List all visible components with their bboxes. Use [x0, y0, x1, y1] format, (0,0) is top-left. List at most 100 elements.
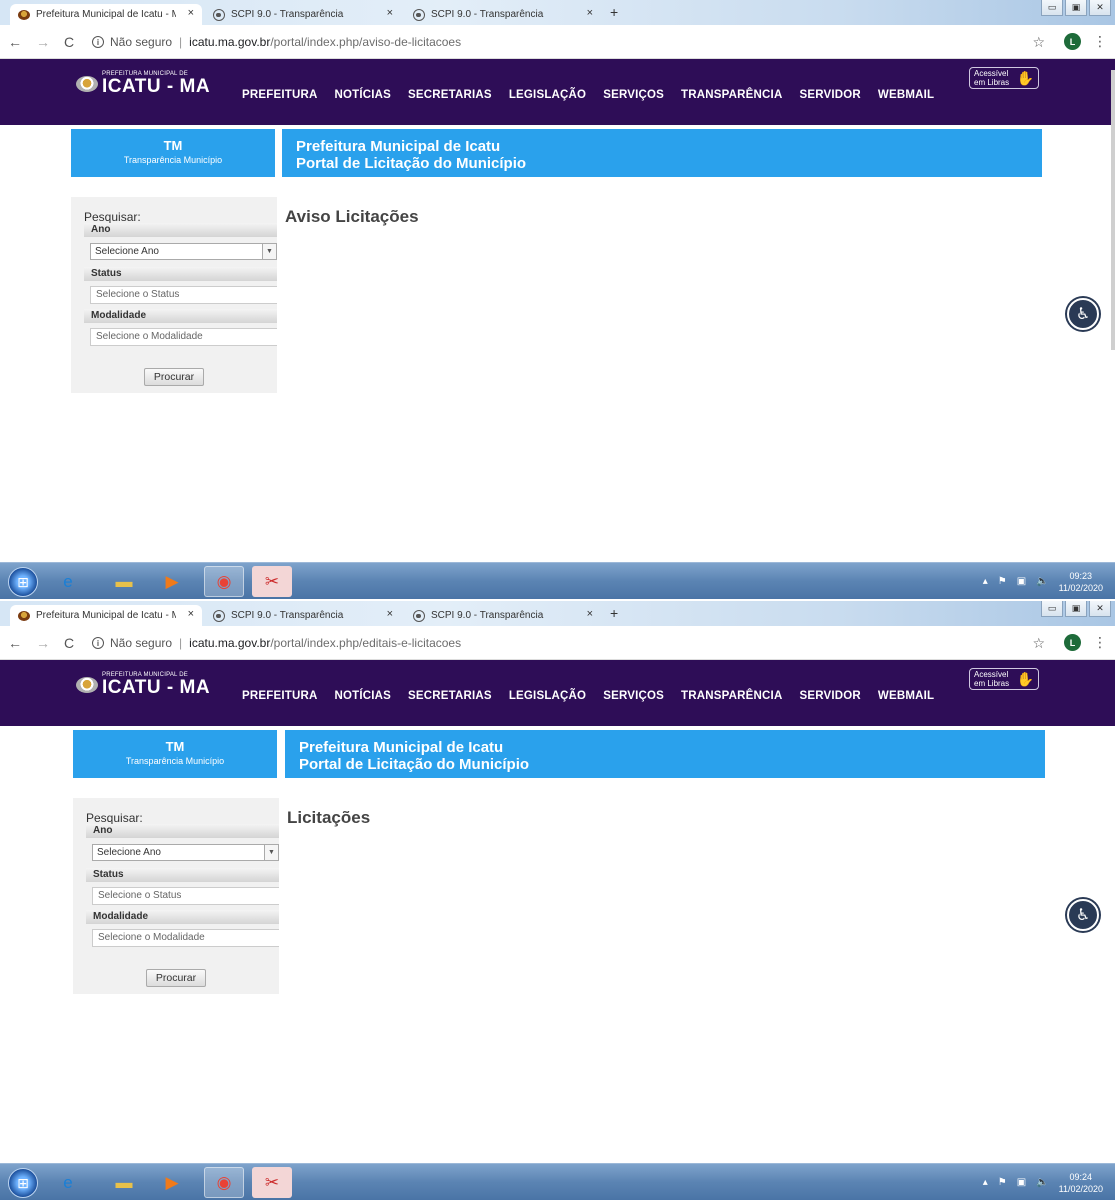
- libras-button[interactable]: Acessível em Libras ✋: [969, 67, 1039, 89]
- new-tab-button[interactable]: +: [610, 4, 618, 20]
- network-icon[interactable]: ▣: [1017, 1177, 1026, 1188]
- forward-arrow-icon[interactable]: →: [36, 635, 50, 651]
- menu-item-noticias[interactable]: NOTÍCIAS: [334, 89, 391, 101]
- tab-close-icon[interactable]: ×: [587, 608, 593, 620]
- globe-favicon-icon: [213, 609, 225, 622]
- network-icon[interactable]: ▣: [1017, 576, 1026, 587]
- menu-item-noticias[interactable]: NOTÍCIAS: [334, 690, 391, 702]
- snipping-tool-icon[interactable]: ✂: [252, 1167, 292, 1198]
- back-arrow-icon[interactable]: ←: [8, 34, 22, 50]
- security-label: Não seguro: [110, 636, 173, 650]
- bookmark-star-icon[interactable]: ☆: [1032, 635, 1045, 652]
- browser-tab-prefeitura[interactable]: Prefeitura Municipal de Icatu - M ×: [10, 605, 202, 626]
- tab-close-icon[interactable]: ×: [387, 608, 393, 620]
- procurar-button[interactable]: Procurar: [146, 969, 206, 987]
- flag-icon[interactable]: ⚑: [998, 576, 1007, 587]
- info-icon[interactable]: i: [92, 637, 104, 649]
- accessibility-icon[interactable]: ♿: [1067, 298, 1099, 330]
- tray-arrow-icon[interactable]: ▴: [983, 1177, 988, 1188]
- security-label: Não seguro: [110, 35, 173, 49]
- site-logo[interactable]: PREFEITURA MUNICIPAL DE ICATU - MA: [76, 71, 210, 96]
- menu-item-secretarias[interactable]: SECRETARIAS: [408, 690, 492, 702]
- menu-item-servidor[interactable]: SERVIDOR: [799, 690, 860, 702]
- chrome-icon[interactable]: ◉: [204, 1167, 244, 1198]
- browser-tab-scpi-1[interactable]: SCPI 9.0 - Transparência ×: [205, 605, 401, 626]
- menu-item-secretarias[interactable]: SECRETARIAS: [408, 89, 492, 101]
- clock[interactable]: 09:23 11/02/2020: [1059, 570, 1103, 594]
- modalidade-input[interactable]: Selecione o Modalidade: [92, 929, 279, 947]
- main-menu: PREFEITURA NOTÍCIAS SECRETARIAS LEGISLAÇ…: [242, 690, 951, 702]
- internet-explorer-icon[interactable]: e: [48, 566, 88, 597]
- menu-item-servicos[interactable]: SERVIÇOS: [603, 690, 664, 702]
- brasao-favicon-icon: [18, 610, 30, 622]
- close-window-icon[interactable]: ✕: [1089, 601, 1111, 617]
- profile-avatar[interactable]: L: [1064, 634, 1081, 651]
- reload-icon[interactable]: C: [64, 635, 74, 651]
- browser-tab-scpi-1[interactable]: SCPI 9.0 - Transparência ×: [205, 4, 401, 25]
- ano-select[interactable]: Selecione Ano ▼: [90, 243, 277, 260]
- info-icon[interactable]: i: [92, 36, 104, 48]
- status-input[interactable]: Selecione o Status: [90, 286, 277, 304]
- browser-tab-scpi-2[interactable]: SCPI 9.0 - Transparência ×: [405, 605, 601, 626]
- bookmark-star-icon[interactable]: ☆: [1032, 34, 1045, 51]
- tab-close-icon[interactable]: ×: [387, 7, 393, 19]
- menu-item-legislacao[interactable]: LEGISLAÇÃO: [509, 690, 586, 702]
- internet-explorer-icon[interactable]: e: [48, 1167, 88, 1198]
- menu-kebab-icon[interactable]: ⋮: [1093, 33, 1107, 50]
- menu-item-prefeitura[interactable]: PREFEITURA: [242, 89, 317, 101]
- menu-item-transparencia[interactable]: TRANSPARÊNCIA: [681, 690, 782, 702]
- reload-icon[interactable]: C: [64, 34, 74, 50]
- accessibility-icon[interactable]: ♿: [1067, 899, 1099, 931]
- tab-close-icon[interactable]: ×: [188, 608, 194, 620]
- maximize-icon[interactable]: ▣: [1065, 601, 1087, 617]
- menu-item-transparencia[interactable]: TRANSPARÊNCIA: [681, 89, 782, 101]
- start-button[interactable]: ⊞: [8, 1168, 38, 1198]
- file-explorer-icon[interactable]: ▬: [104, 566, 144, 597]
- scrollbar[interactable]: [1111, 70, 1115, 350]
- new-tab-button[interactable]: +: [610, 605, 618, 621]
- menu-item-webmail[interactable]: WEBMAIL: [878, 690, 934, 702]
- browser-tab-scpi-2[interactable]: SCPI 9.0 - Transparência ×: [405, 4, 601, 25]
- tray-arrow-icon[interactable]: ▴: [983, 576, 988, 587]
- forward-arrow-icon[interactable]: →: [36, 34, 50, 50]
- windows-taskbar: ⊞ e ▬ ▶ ◉ ✂ ▴ ⚑ ▣ 🔈 09:23 11/02/2020: [0, 562, 1115, 599]
- url-input[interactable]: i Não seguro | icatu.ma.gov.br /portal/i…: [92, 31, 1032, 53]
- menu-item-servicos[interactable]: SERVIÇOS: [603, 89, 664, 101]
- url-input[interactable]: i Não seguro | icatu.ma.gov.br /portal/i…: [92, 632, 1032, 654]
- profile-avatar[interactable]: L: [1064, 33, 1081, 50]
- volume-icon[interactable]: 🔈: [1036, 576, 1048, 587]
- menu-item-servidor[interactable]: SERVIDOR: [799, 89, 860, 101]
- status-input[interactable]: Selecione o Status: [92, 887, 279, 905]
- start-button[interactable]: ⊞: [8, 567, 38, 597]
- file-explorer-icon[interactable]: ▬: [104, 1167, 144, 1198]
- browser-tab-prefeitura[interactable]: Prefeitura Municipal de Icatu - M ×: [10, 4, 202, 25]
- flag-icon[interactable]: ⚑: [998, 1177, 1007, 1188]
- chrome-icon[interactable]: ◉: [204, 566, 244, 597]
- maximize-icon[interactable]: ▣: [1065, 0, 1087, 16]
- media-player-icon[interactable]: ▶: [152, 1167, 192, 1198]
- menu-item-prefeitura[interactable]: PREFEITURA: [242, 690, 317, 702]
- site-logo[interactable]: PREFEITURA MUNICIPAL DE ICATU - MA: [76, 672, 210, 697]
- ano-select[interactable]: Selecione Ano ▼: [92, 844, 279, 861]
- snipping-tool-icon[interactable]: ✂: [252, 566, 292, 597]
- tab-close-icon[interactable]: ×: [188, 7, 194, 19]
- minimize-icon[interactable]: ▭: [1041, 601, 1063, 617]
- back-arrow-icon[interactable]: ←: [8, 635, 22, 651]
- volume-icon[interactable]: 🔈: [1036, 1177, 1048, 1188]
- menu-item-webmail[interactable]: WEBMAIL: [878, 89, 934, 101]
- libras-button[interactable]: Acessível em Libras ✋: [969, 668, 1039, 690]
- minimize-icon[interactable]: ▭: [1041, 0, 1063, 16]
- tm-box[interactable]: TM Transparência Município: [73, 730, 277, 778]
- menu-kebab-icon[interactable]: ⋮: [1093, 634, 1107, 651]
- close-window-icon[interactable]: ✕: [1089, 0, 1111, 16]
- menu-item-legislacao[interactable]: LEGISLAÇÃO: [509, 89, 586, 101]
- page-title: Aviso Licitações: [285, 207, 419, 226]
- browser-address-bar: ← → C i Não seguro | icatu.ma.gov.br /po…: [0, 25, 1115, 59]
- tm-box[interactable]: TM Transparência Município: [71, 129, 275, 177]
- clock[interactable]: 09:24 11/02/2020: [1059, 1171, 1103, 1195]
- media-player-icon[interactable]: ▶: [152, 566, 192, 597]
- brasao-icon: [76, 75, 98, 92]
- procurar-button[interactable]: Procurar: [144, 368, 204, 386]
- tab-close-icon[interactable]: ×: [587, 7, 593, 19]
- modalidade-input[interactable]: Selecione o Modalidade: [90, 328, 277, 346]
